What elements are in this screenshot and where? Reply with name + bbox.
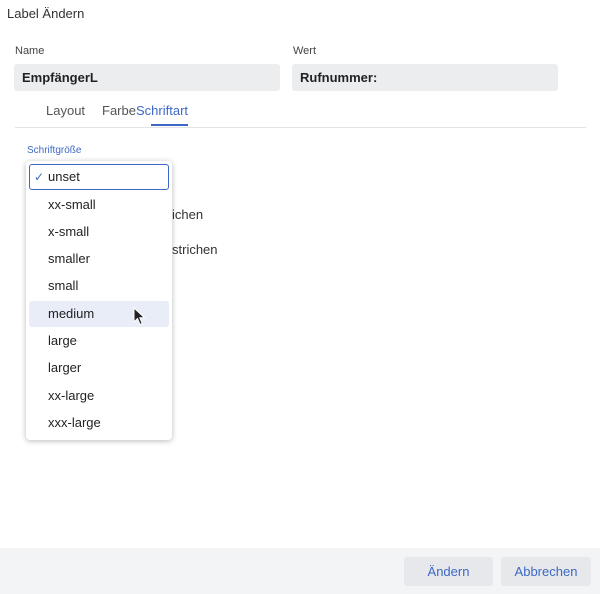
name-field-label: Name	[15, 45, 45, 57]
cancel-button[interactable]: Abbrechen	[501, 557, 591, 586]
font-size-option-xx-small[interactable]: xx-small	[29, 192, 169, 218]
font-size-option-smaller[interactable]: smaller	[29, 246, 169, 272]
obscured-option-text-2: strichen	[172, 242, 218, 257]
wert-field-label: Wert	[293, 45, 317, 57]
tab-farbe[interactable]: Farbe	[102, 103, 136, 118]
font-size-option-xx-large[interactable]: xx-large	[29, 383, 169, 409]
font-size-dropdown: ✓ unset xx-small x-small smaller small me…	[26, 161, 172, 440]
font-size-option-xxx-large[interactable]: xxx-large	[29, 410, 169, 436]
font-size-option-unset[interactable]: ✓ unset	[29, 164, 169, 190]
mouse-cursor-icon	[133, 307, 146, 326]
font-size-label: Schriftgröße	[27, 145, 82, 156]
font-size-option-larger[interactable]: larger	[29, 355, 169, 381]
active-tab-indicator	[151, 124, 188, 126]
apply-button[interactable]: Ändern	[404, 557, 493, 586]
font-size-option-x-small[interactable]: x-small	[29, 219, 169, 245]
wert-input[interactable]	[292, 64, 558, 91]
obscured-option-text-1: ichen	[172, 207, 204, 222]
tab-bar: Layout Farbe Schriftart	[15, 100, 586, 128]
font-size-option-large[interactable]: large	[29, 328, 169, 354]
font-size-option-small[interactable]: small	[29, 273, 169, 299]
font-size-option-medium[interactable]: medium	[29, 301, 169, 327]
dialog-footer: Ändern Abbrechen	[0, 548, 600, 594]
dialog-title: Label Ändern	[7, 6, 85, 21]
checkmark-icon: ✓	[34, 170, 45, 184]
name-input[interactable]	[14, 64, 280, 91]
tab-schriftart[interactable]: Schriftart	[136, 103, 188, 118]
tab-layout[interactable]: Layout	[46, 103, 85, 118]
